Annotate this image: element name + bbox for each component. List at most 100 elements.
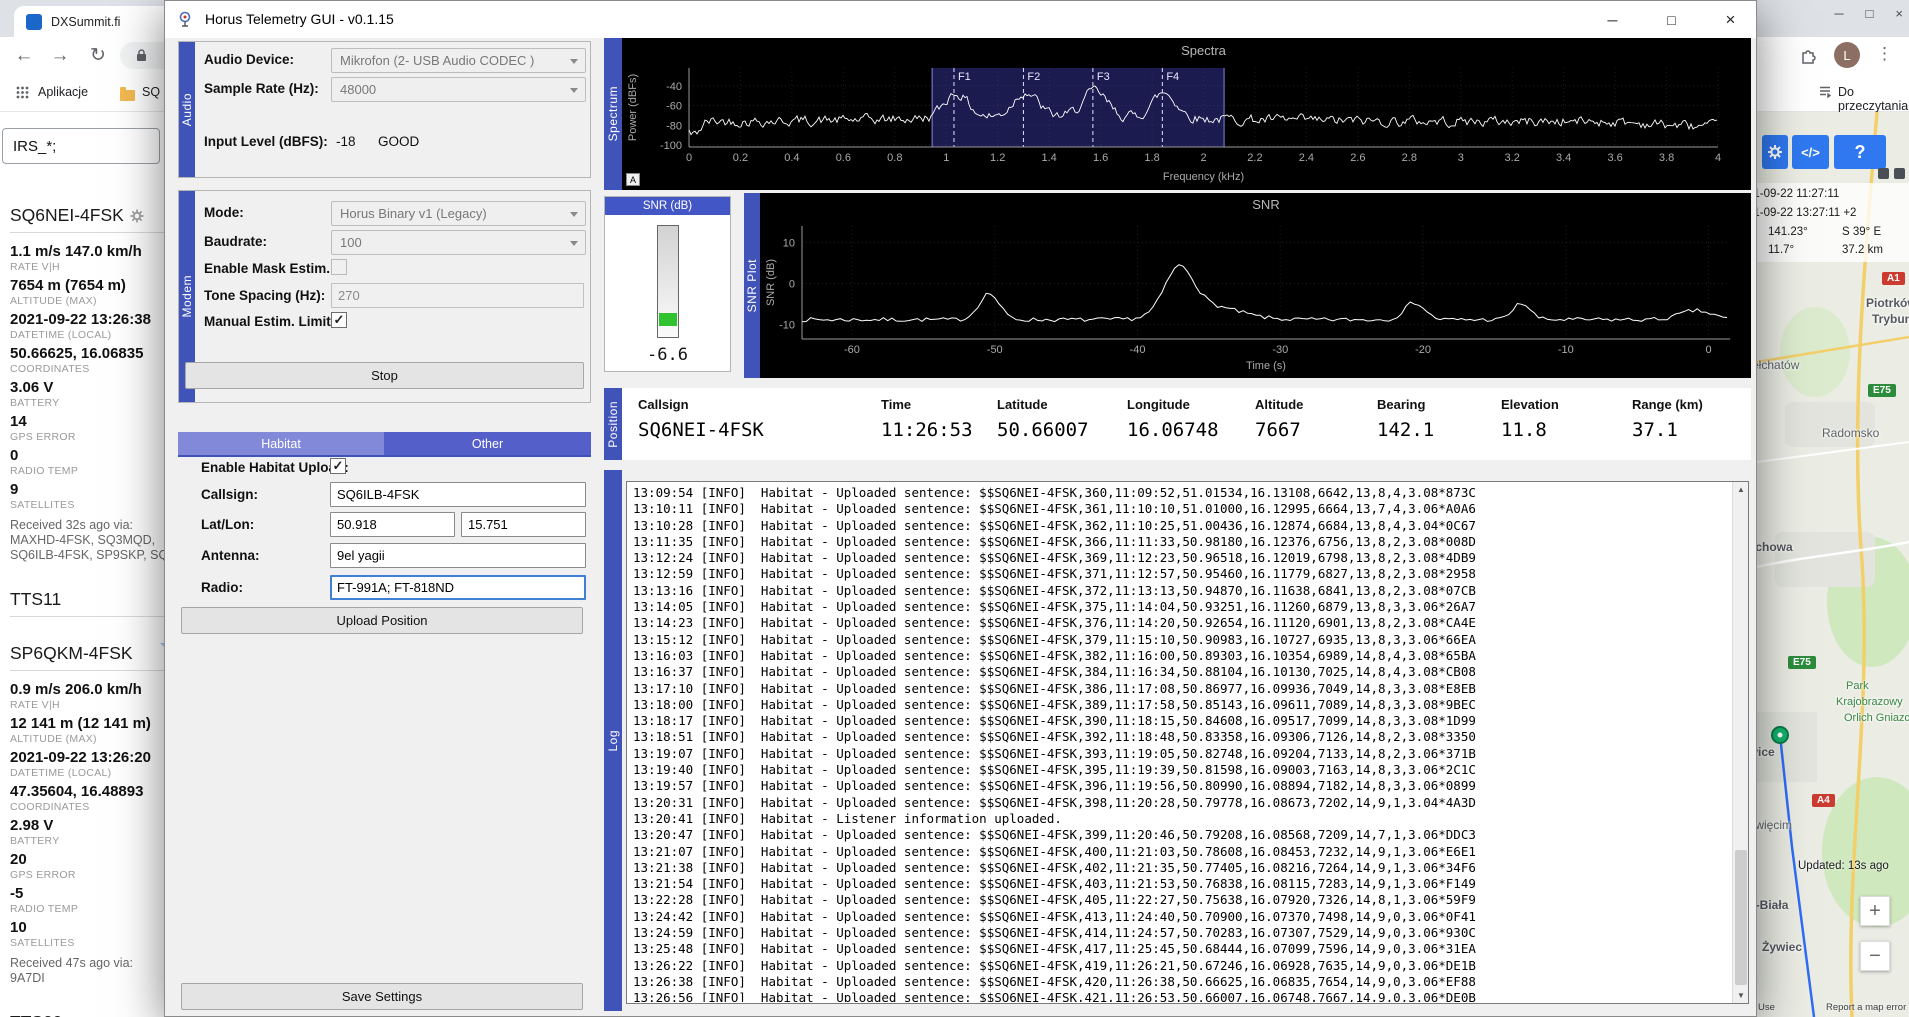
minimize-button[interactable]: ─ bbox=[1589, 1, 1636, 38]
profile-avatar[interactable]: L bbox=[1834, 42, 1860, 68]
gear-icon[interactable] bbox=[130, 209, 144, 223]
scroll-down-icon[interactable]: ▼ bbox=[1733, 988, 1749, 1003]
log-box: 13:09:54 [INFO] Habitat - Uploaded sente… bbox=[626, 481, 1749, 1004]
log-line: 13:18:00 [INFO] Habitat - Uploaded sente… bbox=[633, 697, 1728, 713]
upload-position-button[interactable]: Upload Position bbox=[181, 607, 583, 634]
log-line: 13:14:05 [INFO] Habitat - Uploaded sente… bbox=[633, 599, 1728, 615]
callsign-input[interactable]: SQ6ILB-4FSK bbox=[330, 482, 586, 507]
snr-plot-strip[interactable]: SNR Plot bbox=[744, 193, 760, 378]
bookmark-folder-label[interactable]: SQ bbox=[142, 85, 160, 99]
telemetry-fields: 1.1 m/s 147.0 km/h RATE V|H 7654 m (7654… bbox=[10, 243, 176, 512]
folder-icon[interactable] bbox=[120, 90, 135, 101]
spectra-plot[interactable]: F1F2F3F4-40-60-80-10000.20.40.60.811.21.… bbox=[622, 38, 1751, 190]
telemetry-sidebar: SQ6NEI-4FSK 1.1 m/s 147.0 km/h RATE V|H … bbox=[0, 112, 176, 1017]
apps-grid-icon[interactable] bbox=[16, 86, 29, 99]
map-overlay-icon-2[interactable] bbox=[1894, 168, 1905, 179]
radio-input[interactable]: FT-991A; FT-818ND bbox=[330, 575, 586, 600]
code-button[interactable]: </> bbox=[1792, 135, 1829, 169]
map-overlay-icon-1[interactable] bbox=[1878, 168, 1889, 179]
extensions-icon[interactable] bbox=[1800, 46, 1818, 64]
map-label-piotrkow: Piotrków bbox=[1866, 296, 1909, 310]
spectra-autorange-button[interactable]: A bbox=[626, 173, 640, 186]
input-level-status: GOOD bbox=[378, 134, 419, 149]
lock-icon bbox=[136, 49, 147, 62]
position-column: Longitude 16.06748 bbox=[1127, 397, 1255, 460]
audio-device-select[interactable]: Mikrofon (2- USB Audio CODEC ) bbox=[331, 48, 586, 73]
titlebar[interactable]: Horus Telemetry GUI - v0.1.15 ─ □ × bbox=[165, 1, 1756, 38]
browser-menu-icon[interactable]: ⋮ bbox=[1876, 44, 1893, 64]
tab-underline bbox=[178, 455, 591, 457]
telemetry-label: COORDINATES bbox=[10, 363, 176, 376]
position-column-header: Bearing bbox=[1377, 397, 1501, 412]
log-line: 13:21:07 [INFO] Habitat - Uploaded sente… bbox=[633, 844, 1728, 860]
back-button[interactable]: ← bbox=[10, 42, 38, 70]
tab-other[interactable]: Other bbox=[384, 432, 591, 455]
snr-gauge: SNR (dB) -6.6 bbox=[604, 196, 731, 372]
telemetry-field: 9 SATELLITES bbox=[10, 481, 176, 512]
log-strip[interactable]: Log bbox=[604, 470, 622, 1011]
map-label-radomsko: Radomsko bbox=[1822, 426, 1879, 440]
stop-button[interactable]: Stop bbox=[185, 362, 584, 389]
spectrum-strip[interactable]: Spectrum bbox=[604, 38, 622, 190]
svg-text:3.6: 3.6 bbox=[1607, 152, 1622, 164]
log-line: 13:09:54 [INFO] Habitat - Uploaded sente… bbox=[633, 485, 1728, 501]
telemetry-label: RADIO TEMP bbox=[10, 903, 176, 916]
antenna-label: Antenna: bbox=[201, 548, 260, 563]
callsign-text: SQ6NEI-4FSK bbox=[10, 205, 124, 225]
callsign-text: TTS11 bbox=[10, 589, 61, 609]
maximize-button[interactable]: □ bbox=[1648, 1, 1695, 38]
radio-label: Radio: bbox=[201, 580, 243, 595]
map-zoom-out-button[interactable]: − bbox=[1860, 941, 1890, 971]
telemetry-entry-header[interactable]: TTS29 bbox=[10, 1012, 176, 1017]
svg-text:3.2: 3.2 bbox=[1505, 152, 1520, 164]
tone-spacing-input[interactable]: 270 bbox=[331, 283, 584, 308]
tab-habitat[interactable]: Habitat bbox=[178, 432, 384, 455]
help-button[interactable]: ? bbox=[1834, 135, 1886, 169]
lon-input[interactable]: 15.751 bbox=[461, 512, 586, 537]
svg-text:2: 2 bbox=[1200, 152, 1206, 164]
forward-button[interactable]: → bbox=[46, 42, 74, 70]
telemetry-value: 50.66625, 16.06835 bbox=[10, 345, 176, 363]
sample-rate-select[interactable]: 48000 bbox=[331, 77, 586, 102]
log-line: 13:21:38 [INFO] Habitat - Uploaded sente… bbox=[633, 860, 1728, 876]
enable-upload-checkbox[interactable]: ✓ bbox=[330, 458, 346, 474]
callsign-text: SP6QKM-4FSK bbox=[10, 643, 133, 663]
lat-input[interactable]: 50.918 bbox=[330, 512, 455, 537]
position-strip[interactable]: Position bbox=[604, 388, 622, 460]
reading-list-label[interactable]: Do przeczytania bbox=[1838, 85, 1909, 113]
log-output[interactable]: 13:09:54 [INFO] Habitat - Uploaded sente… bbox=[633, 485, 1728, 1002]
telemetry-value: 12 141 m (12 141 m) bbox=[10, 715, 176, 733]
callsign-filter-input[interactable] bbox=[2, 128, 160, 164]
reload-button[interactable]: ↻ bbox=[84, 42, 112, 70]
scroll-up-icon[interactable]: ▲ bbox=[1733, 482, 1749, 497]
save-settings-button[interactable]: Save Settings bbox=[181, 983, 583, 1010]
svg-text:0.8: 0.8 bbox=[887, 152, 902, 164]
scrollbar-thumb[interactable] bbox=[1735, 850, 1747, 985]
antenna-input[interactable]: 9el yagii bbox=[330, 543, 586, 568]
tools-button[interactable] bbox=[1762, 135, 1788, 169]
manual-estim-checkbox[interactable]: ✓ bbox=[331, 312, 347, 328]
tab-favicon bbox=[26, 14, 42, 30]
modem-group: Modem Mode: Horus Binary v1 (Legacy) Bau… bbox=[178, 190, 591, 403]
bookmark-apps-label[interactable]: Aplikacje bbox=[38, 85, 88, 99]
map-attribution-report[interactable]: Report a map error bbox=[1826, 1002, 1906, 1013]
log-scrollbar[interactable]: ▲ ▼ bbox=[1732, 482, 1748, 1003]
telemetry-field: 0 RADIO TEMP bbox=[10, 447, 176, 478]
telemetry-field: 50.66625, 16.06835 COORDINATES bbox=[10, 345, 176, 376]
mode-select[interactable]: Horus Binary v1 (Legacy) bbox=[331, 201, 586, 226]
baudrate-select[interactable]: 100 bbox=[331, 230, 586, 255]
snr-plot[interactable]: 100-10-60-50-40-30-20-100SNRTime (s)SNR … bbox=[760, 193, 1751, 378]
close-button[interactable]: × bbox=[1707, 1, 1754, 38]
svg-text:Power (dBFs): Power (dBFs) bbox=[627, 74, 639, 141]
mask-estim-checkbox[interactable] bbox=[331, 259, 347, 275]
browser-maximize-button[interactable]: □ bbox=[1866, 6, 1874, 21]
telemetry-entry-header[interactable]: SQ6NEI-4FSK bbox=[10, 205, 176, 233]
map-zoom-in-button[interactable]: + bbox=[1860, 896, 1890, 926]
browser-close-button[interactable]: × bbox=[1895, 6, 1903, 21]
telemetry-entry-header[interactable]: SP6QKM-4FSK bbox=[10, 643, 176, 671]
svg-text:3.8: 3.8 bbox=[1659, 152, 1674, 164]
browser-minimize-button[interactable]: ─ bbox=[1834, 6, 1843, 21]
telemetry-entry-header[interactable]: TTS11 bbox=[10, 589, 176, 617]
telemetry-list: SQ6NEI-4FSK 1.1 m/s 147.0 km/h RATE V|H … bbox=[10, 205, 176, 1017]
position-column-header: Altitude bbox=[1255, 397, 1377, 412]
